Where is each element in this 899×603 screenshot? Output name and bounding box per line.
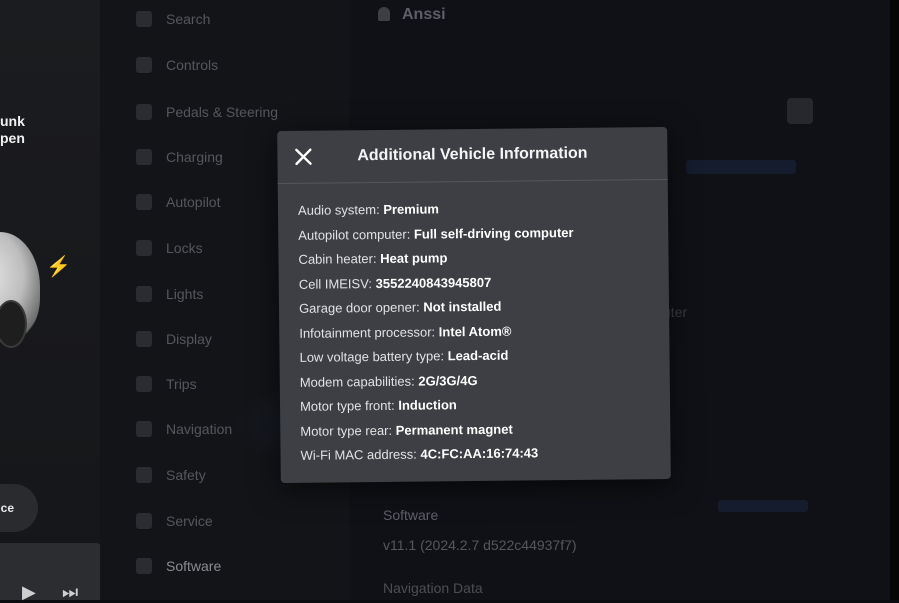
info-label: Modem capabilities: <box>299 373 415 390</box>
info-value: 4C:FC:AA:16:74:43 <box>420 445 539 462</box>
modal-header: Additional Vehicle Information <box>277 126 668 185</box>
info-row-cabin-heater: Cabin heater: Heat pump <box>298 248 658 276</box>
info-value: Not installed <box>423 298 502 315</box>
download-icon <box>136 558 152 574</box>
info-value: 2G/3G/4G <box>418 372 478 389</box>
vehicle-info-list: Audio system: Premium Autopilot computer… <box>298 199 661 472</box>
menu-item-label: Trips <box>166 376 197 392</box>
menu-item-display[interactable]: Display <box>136 328 212 350</box>
blurred-link <box>686 160 796 174</box>
screen-bezel <box>890 0 899 600</box>
menu-item-locks[interactable]: Locks <box>136 237 203 259</box>
profile-name: Anssi <box>402 6 446 23</box>
info-value: Permanent magnet <box>395 421 513 438</box>
quick-action-button[interactable]: ce <box>0 484 38 532</box>
info-label: Audio system: <box>297 201 380 218</box>
software-label: Software <box>383 507 439 523</box>
menu-item-label: Autopilot <box>166 194 221 210</box>
menu-item-charging[interactable]: Charging <box>136 146 223 168</box>
blurred-link <box>718 500 808 512</box>
info-row-modem-capabilities: Modem capabilities: 2G/3G/4G <box>300 371 660 399</box>
info-row-motor-type-rear: Motor type rear: Permanent magnet <box>300 420 660 448</box>
menu-item-safety[interactable]: Safety <box>136 464 206 486</box>
person-icon <box>378 7 390 21</box>
info-label: Garage door opener: <box>298 299 420 316</box>
menu-item-navigation[interactable]: Navigation <box>136 418 232 440</box>
info-label: Autopilot computer: <box>298 226 411 243</box>
info-row-autopilot-computer: Autopilot computer: Full self-driving co… <box>298 224 658 252</box>
charge-bolt-icon: ⚡ <box>46 256 71 278</box>
menu-item-lights[interactable]: Lights <box>136 283 203 305</box>
info-label: Wi-Fi MAC address: <box>300 446 417 463</box>
info-value: Intel Atom® <box>438 323 512 339</box>
info-row-garage-door-opener: Garage door opener: Not installed <box>299 297 659 325</box>
info-label: Infotainment processor: <box>299 323 436 341</box>
trunk-label-line1: unk <box>0 113 25 129</box>
charging-icon <box>136 149 152 165</box>
trunk-status[interactable]: unk pen <box>0 113 25 147</box>
navigation-data-label: Navigation Data <box>383 580 483 596</box>
info-row-low-voltage-battery: Low voltage battery type: Lead-acid <box>299 346 659 374</box>
info-value: Premium <box>383 201 439 217</box>
vehicle-panel: unk pen ⚡ ce <box>0 0 100 600</box>
controls-icon <box>136 57 152 73</box>
steering-icon <box>136 104 152 120</box>
menu-item-label: Service <box>166 513 213 529</box>
info-row-infotainment-processor: Infotainment processor: Intel Atom® <box>299 322 659 350</box>
info-label: Cabin heater: <box>298 251 377 267</box>
menu-item-search[interactable]: Search <box>136 8 210 30</box>
search-icon <box>136 11 152 27</box>
trunk-label-line2: pen <box>0 130 25 146</box>
driver-profile[interactable]: Anssi <box>378 6 446 24</box>
menu-item-label: Display <box>166 331 212 347</box>
service-icon <box>136 513 152 529</box>
safety-icon <box>136 467 152 483</box>
info-label: Cell IMEISV: <box>298 275 373 292</box>
info-label: Motor type front: <box>299 397 395 414</box>
display-icon <box>136 331 152 347</box>
menu-item-label: Controls <box>166 57 219 73</box>
lock-icon <box>136 240 152 256</box>
menu-item-label: Search <box>166 11 211 27</box>
menu-item-pedals-steering[interactable]: Pedals & Steering <box>136 101 278 123</box>
autopilot-icon <box>136 194 152 210</box>
menu-item-trips[interactable]: Trips <box>136 373 197 395</box>
info-value: 3552240843945807 <box>375 274 492 291</box>
info-label: Low voltage battery type: <box>299 348 445 365</box>
info-row-wifi-mac-address: Wi-Fi MAC address: 4C:FC:AA:16:74:43 <box>300 444 660 472</box>
media-player-bar <box>0 543 102 600</box>
menu-item-label: Safety <box>166 467 206 483</box>
car-wheel <box>0 300 27 348</box>
menu-item-software[interactable]: Software <box>136 555 221 577</box>
menu-item-label: Pedals & Steering <box>166 104 279 120</box>
info-row-audio-system: Audio system: Premium <box>298 199 658 227</box>
menu-item-controls[interactable]: Controls <box>136 54 218 76</box>
info-row-motor-type-front: Motor type front: Induction <box>300 395 660 423</box>
info-value: Induction <box>398 397 457 413</box>
trips-icon <box>136 376 152 392</box>
info-value: Heat pump <box>380 250 448 266</box>
menu-item-label: Software <box>166 558 222 574</box>
quick-action-label: ce <box>0 501 14 515</box>
info-value: Lead-acid <box>447 347 509 364</box>
info-label: Motor type rear: <box>300 422 393 439</box>
menu-item-label: Navigation <box>166 421 233 437</box>
modal-title: Additional Vehicle Information <box>357 144 588 165</box>
software-version: v11.1 (2024.2.7 d522c44937f7) <box>383 537 577 553</box>
info-row-cell-imeisv: Cell IMEISV: 3552240843945807 <box>299 273 659 301</box>
menu-item-label: Charging <box>166 149 223 165</box>
menu-item-label: Locks <box>166 240 203 256</box>
menu-item-autopilot[interactable]: Autopilot <box>136 191 220 213</box>
info-value: Full self-driving computer <box>413 224 574 242</box>
toggle-control[interactable] <box>787 98 813 124</box>
menu-item-label: Lights <box>166 286 204 302</box>
vehicle-info-modal: Additional Vehicle Information Audio sys… <box>277 126 671 484</box>
navigation-icon <box>136 421 152 437</box>
light-icon <box>136 286 152 302</box>
menu-item-service[interactable]: Service <box>136 510 213 532</box>
